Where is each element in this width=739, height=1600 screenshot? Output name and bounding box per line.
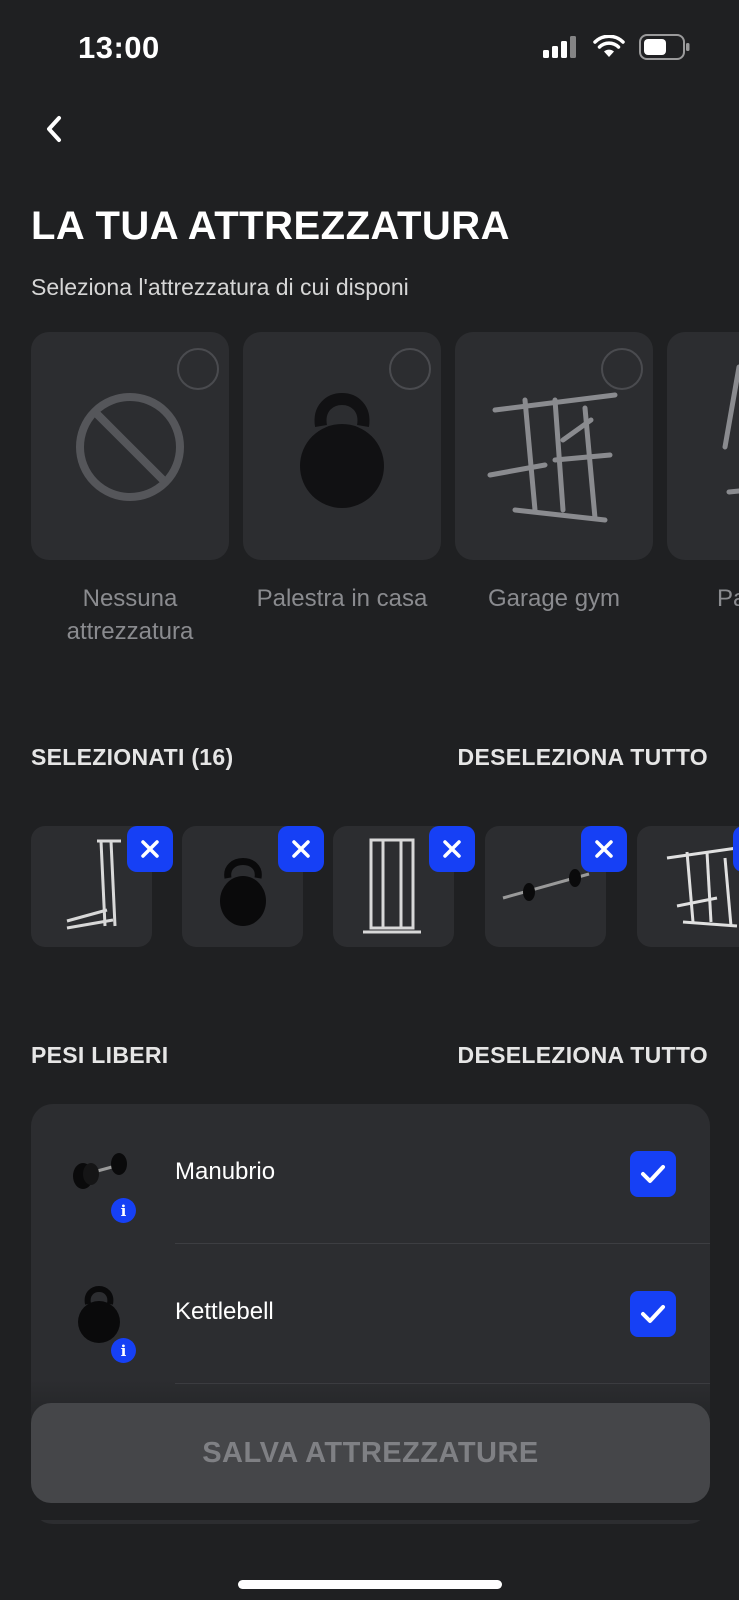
kettlebell-icon [78, 1286, 120, 1343]
remove-button[interactable] [127, 826, 173, 872]
status-icons [543, 34, 691, 60]
selected-carousel[interactable] [0, 802, 739, 952]
page-subtitle: Seleziona l'attrezzatura di cui disponi [31, 274, 409, 300]
info-icon[interactable]: i [111, 1198, 136, 1223]
preset-card[interactable] [667, 332, 739, 560]
selected-item[interactable] [637, 826, 739, 947]
item-label: Kettlebell [175, 1298, 274, 1325]
cable-machine-icon [722, 364, 739, 495]
wifi-icon [593, 35, 625, 57]
item-checkbox[interactable] [630, 1151, 676, 1197]
power-rack-icon [666, 846, 738, 928]
preset-garage-gym[interactable]: Garage gym [455, 332, 653, 615]
signal-icon [543, 36, 576, 58]
remove-button[interactable] [581, 826, 627, 872]
preset-no-equipment[interactable]: Nessuna attrezzatura [31, 332, 229, 648]
preset-label: Nessuna attrezzatura [66, 585, 194, 645]
page-title: LA TUA ATTREZZATURA [31, 204, 511, 248]
preset-card[interactable] [455, 332, 653, 560]
no-equipment-icon [76, 393, 184, 501]
preset-label: Palestra in casa [256, 585, 428, 612]
checkmark-icon [641, 1305, 665, 1323]
checkmark-icon [641, 1165, 665, 1183]
preset-card[interactable] [243, 332, 441, 560]
selected-deselect-all[interactable]: DESELEZIONA TUTTO [458, 744, 708, 771]
preset-label: Pa… d… [717, 585, 739, 612]
free-weights-title: PESI LIBERI [31, 1042, 169, 1068]
preset-home-gym[interactable]: Palestra in casa [243, 332, 441, 615]
remove-button[interactable] [278, 826, 324, 872]
close-icon [141, 840, 159, 858]
list-item[interactable]: i Manubrio [31, 1104, 710, 1244]
selected-item[interactable] [182, 826, 324, 947]
free-weights-deselect-all[interactable]: DESELEZIONA TUTTO [458, 1042, 708, 1069]
selected-item[interactable] [485, 826, 627, 947]
power-rack-icon [487, 392, 618, 523]
preset-partial[interactable]: Pa… d… [667, 332, 739, 615]
battery-icon [639, 34, 690, 60]
selected-title: SELEZIONATI (16) [31, 744, 234, 770]
home-indicator[interactable] [238, 1580, 502, 1589]
close-icon [595, 840, 613, 858]
list-item[interactable]: i Kettlebell [31, 1244, 710, 1384]
item-checkbox[interactable] [630, 1291, 676, 1337]
selected-header: SELEZIONATI (16) DESELEZIONA TUTTO [31, 744, 708, 771]
preset-label: Garage gym [487, 585, 621, 612]
preset-radio[interactable] [389, 348, 431, 390]
close-icon [292, 840, 310, 858]
free-weights-header: PESI LIBERI DESELEZIONA TUTTO [31, 1042, 708, 1069]
back-button[interactable] [38, 112, 72, 146]
preset-card[interactable] [31, 332, 229, 560]
info-icon[interactable]: i [111, 1338, 136, 1363]
dumbbell-icon [73, 1153, 127, 1189]
preset-carousel[interactable]: Nessuna attrezzatura Palestra in casa Ga… [0, 332, 739, 662]
save-equipment-button[interactable]: SALVA ATTREZZATURE [31, 1403, 710, 1503]
item-label: Manubrio [175, 1158, 276, 1185]
selected-item[interactable] [31, 826, 173, 947]
selected-item[interactable] [333, 826, 475, 947]
remove-button[interactable] [733, 826, 739, 872]
close-icon [443, 840, 461, 858]
preset-radio[interactable] [177, 348, 219, 390]
remove-button[interactable] [429, 826, 475, 872]
chevron-left-icon [47, 116, 61, 142]
status-time: 13:00 [78, 30, 160, 65]
kettlebell-icon [300, 393, 384, 508]
